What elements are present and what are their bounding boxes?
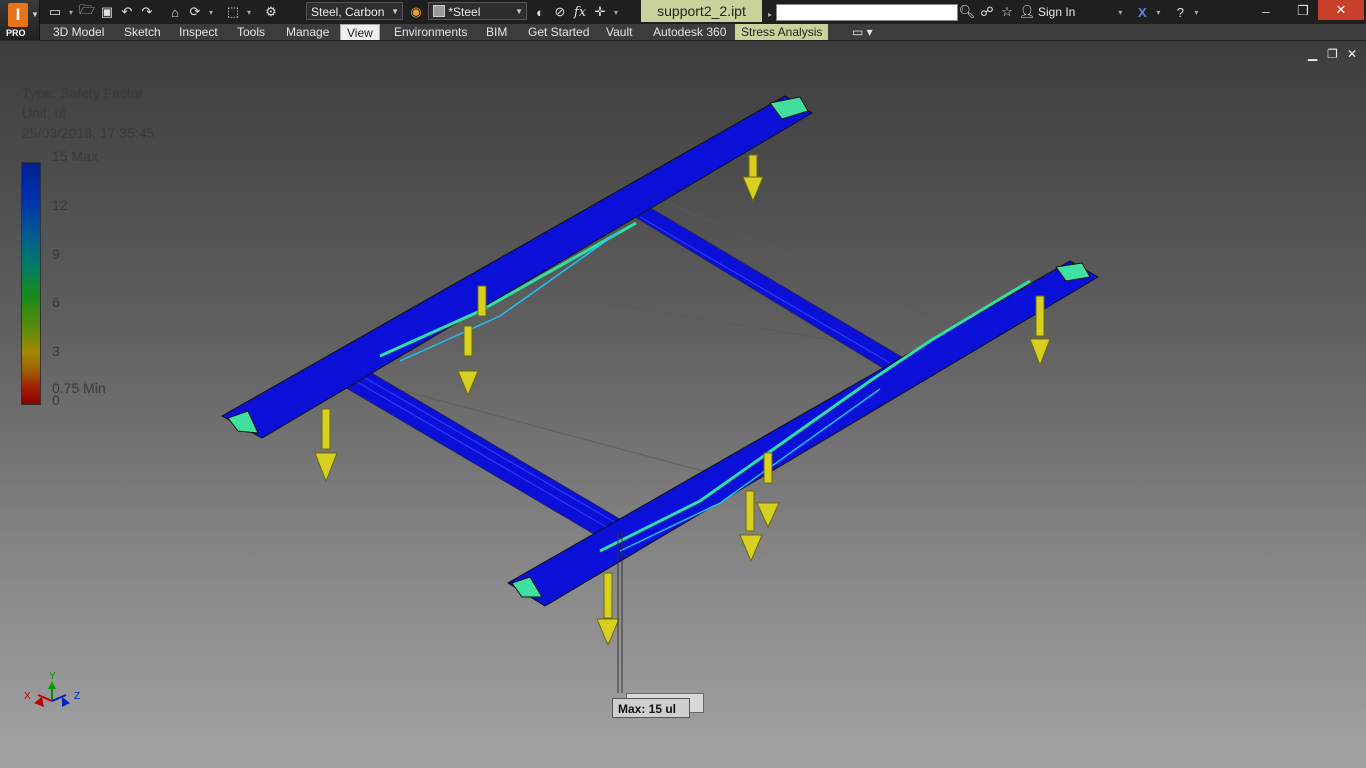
material-value: Steel, Carbon [311,5,385,19]
triad-y-label: Y [49,671,56,682]
application-menu-button[interactable]: I PRO ▼ [0,0,40,40]
search-expand-icon[interactable]: ▸ [765,5,775,23]
appearance-combo[interactable]: *Steel ▼ [428,2,527,20]
document-title: support2_2.ipt [641,0,762,22]
stress-model[interactable]: X Y Z [0,41,1366,768]
fx-parameters-icon[interactable]: fx [571,3,589,21]
update-dropdown-icon[interactable]: ▾ [206,3,216,21]
chevron-down-icon: ▼ [31,10,39,19]
max-probe-label[interactable]: Max: 15 ul [612,698,690,718]
binoculars-icon[interactable]: 🔍︎ [958,3,976,21]
undo-icon[interactable]: ↶ [118,3,136,21]
exchange-apps-icon[interactable]: X [1133,3,1151,21]
adjust-appearance-icon[interactable]: ◐ [531,3,549,21]
clear-appearance-icon[interactable]: ⊘ [551,3,569,21]
measure-dropdown-icon[interactable]: ▾ [611,3,621,21]
appearance-tools: ◐ ⊘ fx ✛ ▾ [531,2,623,22]
tab-get-started[interactable]: Get Started [522,24,595,40]
user-icon[interactable]: 👤︎ [1018,3,1036,21]
cross-beam-back [630,208,907,370]
tab-environments[interactable]: Environments [388,24,473,40]
graphics-viewport[interactable]: ▁ ❐ ✕ Type: Safety Factor Unit: ul 25/03… [0,41,1366,768]
material-combo[interactable]: Steel, Carbon ▼ [306,2,403,20]
restore-app-icon[interactable]: ❐ [1294,2,1312,20]
close-app-button[interactable]: ✕ [1318,0,1364,20]
triad-z-label: Z [74,691,80,702]
minimize-app-icon[interactable]: – [1257,2,1275,20]
chevron-down-icon: ▼ [391,7,399,16]
infocenter-toolbar: 🔍︎ ☍ ☆ 👤︎ Sign In ▾ X ▾ ? ▾ [958,2,1203,22]
tab-stress-analysis[interactable]: Stress Analysis [735,24,829,40]
appearance-swatch-icon [433,5,445,17]
chevron-down-icon: ▼ [515,7,523,16]
redo-icon[interactable]: ↷ [138,3,156,21]
select-dropdown-icon[interactable]: ▾ [244,3,254,21]
tab-3d-model[interactable]: 3D Model [47,24,110,40]
home-icon[interactable]: ⌂ [166,3,184,21]
appearance-value: *Steel [448,5,481,19]
measure-icon[interactable]: ✛ [591,3,609,21]
exchange-dropdown-icon[interactable]: ▾ [1153,3,1163,21]
ribbon-display-toggle[interactable]: ▭ ▾ [846,24,879,40]
color-wheel-icon[interactable]: ◉ [407,3,425,21]
edition-label: PRO [6,28,26,38]
tab-manage[interactable]: Manage [280,24,335,40]
select-icon[interactable]: ⬚ [224,3,242,21]
tab-vault[interactable]: Vault [600,24,638,40]
tab-inspect[interactable]: Inspect [173,24,224,40]
tab-autodesk-360[interactable]: Autodesk 360 [647,24,732,40]
ribbon-toggle-icon: ▭ ▾ [852,25,873,39]
sign-in-dropdown-icon[interactable]: ▾ [1115,3,1125,21]
search-input[interactable] [776,4,958,21]
new-dropdown-icon[interactable]: ▾ [66,3,76,21]
cross-beam-front [336,370,642,542]
quick-access-toolbar: ▭ ▾ 🗁 ▣ ↶ ↷ ⌂ ⟳ ▾ ⬚ ▾ ⚙ [46,2,282,22]
material-icon[interactable]: ⚙ [262,3,280,21]
open-folder-icon[interactable]: 🗁 [78,2,96,21]
tab-sketch[interactable]: Sketch [118,24,167,40]
ribbon-tab-bar: 3D Model Sketch Inspect Tools Manage Vie… [40,24,1366,41]
inventor-logo-icon: I [8,3,28,27]
triad-x-label: X [24,691,31,702]
update-icon[interactable]: ⟳ [186,3,204,21]
tab-tools[interactable]: Tools [231,24,271,40]
help-dropdown-icon[interactable]: ▾ [1191,3,1201,21]
tab-bim[interactable]: BIM [480,24,513,40]
save-icon[interactable]: ▣ [98,3,116,21]
coordinate-triad: X Y Z [24,671,80,707]
tab-view[interactable]: View [340,24,380,40]
communication-center-icon[interactable]: ☍ [978,3,996,21]
sign-in-link[interactable]: Sign In [1038,5,1075,19]
favorites-star-icon[interactable]: ☆ [998,3,1016,21]
new-file-icon[interactable]: ▭ [46,3,64,21]
help-icon[interactable]: ? [1171,3,1189,21]
